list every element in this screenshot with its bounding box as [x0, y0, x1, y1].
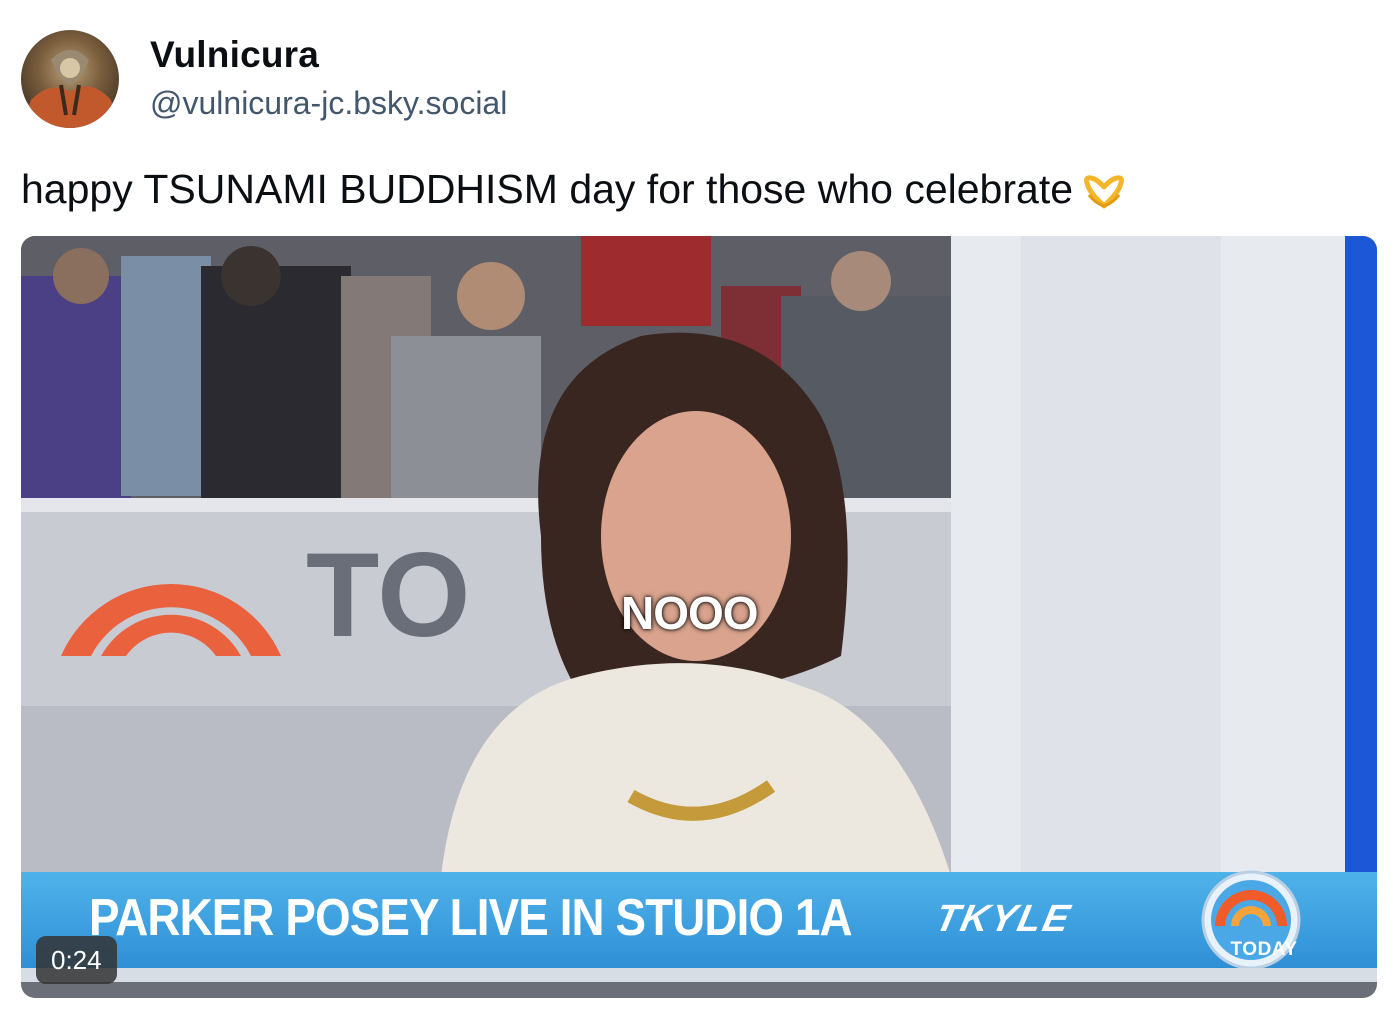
video-player[interactable]: TO NOOO PARKER POSEY LIVE IN STUDIO 1A T… [21, 236, 1377, 998]
lower-third-banner: PARKER POSEY LIVE IN STUDIO 1A TKYLE TOD… [21, 870, 1377, 982]
video-caption: NOOO [621, 587, 759, 639]
author-avatar[interactable] [21, 30, 119, 128]
post-card[interactable]: Vulnicura @vulnicura-jc.bsky.social happ… [0, 0, 1400, 1025]
author-display-name[interactable]: Vulnicura [150, 34, 319, 76]
lower-third-headline: PARKER POSEY LIVE IN STUDIO 1A [89, 889, 853, 947]
show-tag-logo: TKYLE [931, 898, 1076, 940]
video-duration-badge[interactable]: 0:24 [36, 936, 117, 984]
post-text-body: happy TSUNAMI BUDDHISM day for those who… [21, 166, 1074, 212]
background-sign-text: TO [306, 528, 470, 662]
lower-third-underline [21, 968, 1377, 982]
avatar-image-icon [21, 50, 119, 128]
post-text: happy TSUNAMI BUDDHISM day for those who… [21, 166, 1127, 213]
author-handle[interactable]: @vulnicura-jc.bsky.social [150, 85, 507, 122]
today-logo-label: TODAY [1230, 939, 1298, 960]
heart-hands-icon [1084, 175, 1125, 209]
